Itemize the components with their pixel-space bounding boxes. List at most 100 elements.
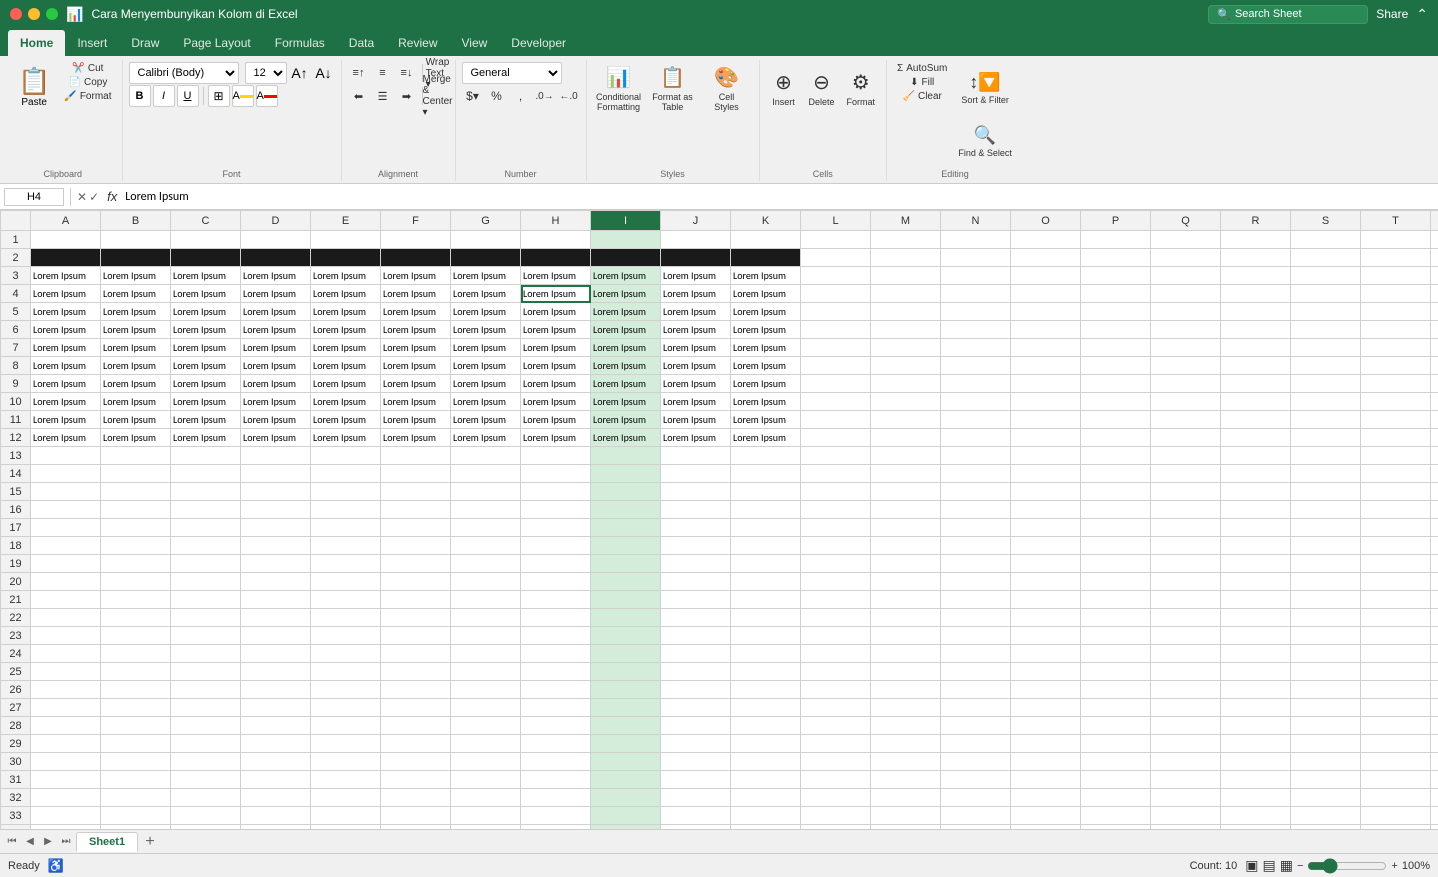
cell-S23[interactable] bbox=[1291, 627, 1361, 645]
row-header-8[interactable]: 8 bbox=[1, 357, 31, 375]
cell-J28[interactable] bbox=[661, 717, 731, 735]
cell-Q8[interactable] bbox=[1151, 357, 1221, 375]
col-header-C[interactable]: C bbox=[171, 211, 241, 231]
cell-O20[interactable] bbox=[1011, 573, 1081, 591]
cell-M22[interactable] bbox=[871, 609, 941, 627]
cell-R12[interactable] bbox=[1221, 429, 1291, 447]
cell-Q23[interactable] bbox=[1151, 627, 1221, 645]
cell-K1[interactable] bbox=[731, 231, 801, 249]
cell-B32[interactable] bbox=[101, 789, 171, 807]
cell-E17[interactable] bbox=[311, 519, 381, 537]
row-header-18[interactable]: 18 bbox=[1, 537, 31, 555]
cell-E19[interactable] bbox=[311, 555, 381, 573]
cell-L17[interactable] bbox=[801, 519, 871, 537]
cell-G9[interactable]: Lorem Ipsum bbox=[451, 375, 521, 393]
cell-R6[interactable] bbox=[1221, 321, 1291, 339]
cell-R19[interactable] bbox=[1221, 555, 1291, 573]
row-header-25[interactable]: 25 bbox=[1, 663, 31, 681]
cell-H16[interactable] bbox=[521, 501, 591, 519]
col-header-U[interactable]: U bbox=[1431, 211, 1438, 231]
cell-L27[interactable] bbox=[801, 699, 871, 717]
cell-K4[interactable]: Lorem Ipsum bbox=[731, 285, 801, 303]
cell-N34[interactable] bbox=[941, 825, 1011, 830]
cell-Q26[interactable] bbox=[1151, 681, 1221, 699]
cell-M9[interactable] bbox=[871, 375, 941, 393]
cell-Q18[interactable] bbox=[1151, 537, 1221, 555]
cell-A9[interactable]: Lorem Ipsum bbox=[31, 375, 101, 393]
cell-D7[interactable]: Lorem Ipsum bbox=[241, 339, 311, 357]
cell-P15[interactable] bbox=[1081, 483, 1151, 501]
cell-T8[interactable] bbox=[1361, 357, 1431, 375]
cell-T12[interactable] bbox=[1361, 429, 1431, 447]
cell-P7[interactable] bbox=[1081, 339, 1151, 357]
cell-J6[interactable]: Lorem Ipsum bbox=[661, 321, 731, 339]
cell-S13[interactable] bbox=[1291, 447, 1361, 465]
cell-P26[interactable] bbox=[1081, 681, 1151, 699]
cell-N5[interactable] bbox=[941, 303, 1011, 321]
cell-F22[interactable] bbox=[381, 609, 451, 627]
cell-E29[interactable] bbox=[311, 735, 381, 753]
cell-B11[interactable]: Lorem Ipsum bbox=[101, 411, 171, 429]
cell-A19[interactable] bbox=[31, 555, 101, 573]
cell-K14[interactable] bbox=[731, 465, 801, 483]
cell-J33[interactable] bbox=[661, 807, 731, 825]
cell-F4[interactable]: Lorem Ipsum bbox=[381, 285, 451, 303]
cell-H13[interactable] bbox=[521, 447, 591, 465]
cell-H27[interactable] bbox=[521, 699, 591, 717]
cell-O27[interactable] bbox=[1011, 699, 1081, 717]
tab-data[interactable]: Data bbox=[337, 30, 386, 56]
increase-font-btn[interactable]: A↑ bbox=[289, 62, 311, 84]
cell-D8[interactable]: Lorem Ipsum bbox=[241, 357, 311, 375]
cell-P22[interactable] bbox=[1081, 609, 1151, 627]
cell-Q20[interactable] bbox=[1151, 573, 1221, 591]
col-header-P[interactable]: P bbox=[1081, 211, 1151, 231]
cell-M8[interactable] bbox=[871, 357, 941, 375]
cell-Q34[interactable] bbox=[1151, 825, 1221, 830]
cell-M25[interactable] bbox=[871, 663, 941, 681]
cell-E21[interactable] bbox=[311, 591, 381, 609]
tab-formulas[interactable]: Formulas bbox=[263, 30, 337, 56]
cell-F26[interactable] bbox=[381, 681, 451, 699]
cell-K10[interactable]: Lorem Ipsum bbox=[731, 393, 801, 411]
cell-O25[interactable] bbox=[1011, 663, 1081, 681]
cell-N17[interactable] bbox=[941, 519, 1011, 537]
cell-S3[interactable] bbox=[1291, 267, 1361, 285]
cell-I33[interactable] bbox=[591, 807, 661, 825]
cell-G3[interactable]: Lorem Ipsum bbox=[451, 267, 521, 285]
cell-M31[interactable] bbox=[871, 771, 941, 789]
tab-review[interactable]: Review bbox=[386, 30, 449, 56]
cell-A31[interactable] bbox=[31, 771, 101, 789]
cell-G14[interactable] bbox=[451, 465, 521, 483]
cell-B20[interactable] bbox=[101, 573, 171, 591]
cell-J32[interactable] bbox=[661, 789, 731, 807]
cell-J5[interactable]: Lorem Ipsum bbox=[661, 303, 731, 321]
cell-H12[interactable]: Lorem Ipsum bbox=[521, 429, 591, 447]
cell-J20[interactable] bbox=[661, 573, 731, 591]
cell-S5[interactable] bbox=[1291, 303, 1361, 321]
cell-A6[interactable]: Lorem Ipsum bbox=[31, 321, 101, 339]
cell-D28[interactable] bbox=[241, 717, 311, 735]
row-header-3[interactable]: 3 bbox=[1, 267, 31, 285]
cell-U29[interactable] bbox=[1431, 735, 1438, 753]
cell-Q30[interactable] bbox=[1151, 753, 1221, 771]
cell-H31[interactable] bbox=[521, 771, 591, 789]
number-format-select[interactable]: General bbox=[462, 62, 562, 84]
row-header-13[interactable]: 13 bbox=[1, 447, 31, 465]
cell-T5[interactable] bbox=[1361, 303, 1431, 321]
cell-P6[interactable] bbox=[1081, 321, 1151, 339]
cell-U2[interactable] bbox=[1431, 249, 1438, 267]
cell-G7[interactable]: Lorem Ipsum bbox=[451, 339, 521, 357]
cell-A34[interactable] bbox=[31, 825, 101, 830]
cell-B16[interactable] bbox=[101, 501, 171, 519]
cell-U19[interactable] bbox=[1431, 555, 1438, 573]
cell-C20[interactable] bbox=[171, 573, 241, 591]
cell-N1[interactable] bbox=[941, 231, 1011, 249]
cell-O21[interactable] bbox=[1011, 591, 1081, 609]
cell-P5[interactable] bbox=[1081, 303, 1151, 321]
cell-H21[interactable] bbox=[521, 591, 591, 609]
cell-I6[interactable]: Lorem Ipsum bbox=[591, 321, 661, 339]
align-right-btn[interactable]: ➡ bbox=[396, 85, 418, 107]
cell-O17[interactable] bbox=[1011, 519, 1081, 537]
cell-A8[interactable]: Lorem Ipsum bbox=[31, 357, 101, 375]
row-header-19[interactable]: 19 bbox=[1, 555, 31, 573]
